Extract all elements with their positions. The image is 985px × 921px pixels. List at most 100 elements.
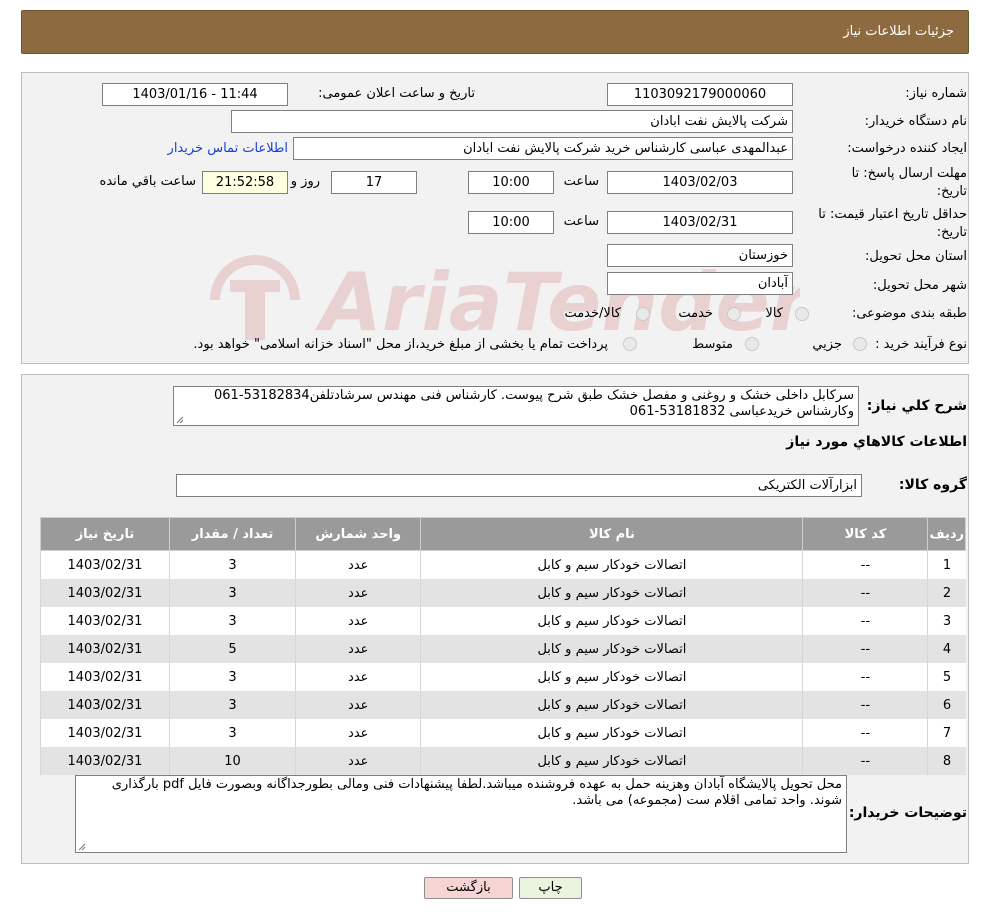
cell-unit: عدد	[295, 663, 421, 691]
cell-unit: عدد	[295, 550, 421, 579]
category-radio-goods[interactable]	[795, 307, 809, 321]
cell-unit: عدد	[295, 691, 421, 719]
category-label: طبقه بندی موضوعی:	[851, 306, 967, 321]
cell-item-name: اتصالات خودکار سیم و کابل	[420, 747, 803, 775]
header-item-code: کد کالا	[802, 517, 929, 551]
cell-need-date: 1403/02/31	[40, 550, 170, 579]
group-label: گروه کالا:	[898, 477, 967, 493]
category-radio-service[interactable]	[727, 307, 741, 321]
validity-time-field: 10:00	[468, 211, 554, 234]
items-table: رديف کد کالا نام کالا واحد شمارش تعداد /…	[40, 517, 966, 775]
cell-item-name: اتصالات خودکار سیم و کابل	[420, 579, 803, 607]
cell-row-number: 8	[927, 747, 966, 775]
need-number-field: 1103092179000060	[607, 83, 793, 106]
province-field: خوزستان	[607, 244, 793, 267]
cell-item-code: --	[802, 635, 928, 663]
table-row: 6 -- اتصالات خودکار سیم و کابل عدد 3 140…	[40, 691, 966, 719]
buyer-org-field: شرکت پالایش نفت ابادان	[231, 110, 793, 133]
print-button[interactable]: چاپ	[519, 877, 582, 899]
city-field: آبادان	[607, 272, 793, 295]
table-row: 5 -- اتصالات خودکار سیم و کابل عدد 3 140…	[40, 663, 966, 691]
category-option-both: کالا/خدمت	[564, 306, 621, 321]
cell-unit: عدد	[295, 719, 421, 747]
cell-unit: عدد	[295, 579, 421, 607]
table-row: 3 -- اتصالات خودکار سیم و کابل عدد 3 140…	[40, 607, 966, 635]
cell-row-number: 4	[927, 635, 966, 663]
table-row: 4 -- اتصالات خودکار سیم و کابل عدد 5 140…	[40, 635, 966, 663]
cell-item-code: --	[802, 747, 928, 775]
header-quantity: تعداد / مقدار	[168, 517, 297, 551]
cell-quantity: 3	[168, 550, 296, 579]
table-row: 8 -- اتصالات خودکار سیم و کابل عدد 10 14…	[40, 747, 966, 775]
cell-need-date: 1403/02/31	[40, 607, 170, 635]
cell-row-number: 5	[927, 663, 966, 691]
cell-item-name: اتصالات خودکار سیم و کابل	[420, 719, 803, 747]
cell-unit: عدد	[295, 607, 421, 635]
summary-textarea[interactable]: سرکابل داخلی خشک و روغنی و مفصل خشک طبق …	[173, 386, 859, 426]
process-radio-medium[interactable]	[745, 337, 759, 351]
cell-need-date: 1403/02/31	[40, 579, 170, 607]
city-label: شهر محل تحویل:	[872, 278, 967, 293]
province-label: استان محل تحویل:	[865, 249, 967, 264]
cell-item-code: --	[802, 719, 928, 747]
deadline-time-label: ساعت	[563, 174, 599, 189]
remaining-label: ساعت باقي مانده	[99, 174, 196, 189]
process-option-medium: متوسط	[692, 337, 733, 352]
summary-text: سرکابل داخلی خشک و روغنی و مفصل خشک طبق …	[213, 388, 854, 419]
buyer-notes-text: محل تحویل پالایشگاه آبادان وهزینه حمل به…	[111, 777, 842, 808]
cell-row-number: 3	[927, 607, 966, 635]
cell-need-date: 1403/02/31	[40, 663, 170, 691]
cell-item-code: --	[802, 663, 928, 691]
resize-grip-icon[interactable]	[78, 843, 86, 851]
cell-item-name: اتصالات خودکار سیم و کابل	[420, 635, 803, 663]
resize-grip-icon[interactable]	[176, 416, 184, 424]
need-number-label: شماره نیاز:	[905, 86, 967, 101]
process-radio-treasury[interactable]	[623, 337, 637, 351]
validity-label-date: تاریخ:	[936, 225, 967, 240]
summary-label: شرح کلي نياز:	[866, 398, 967, 414]
cell-row-number: 7	[927, 719, 966, 747]
watermark-text: AriaTender.neT	[314, 256, 800, 349]
cell-row-number: 6	[927, 691, 966, 719]
page-title: جزئیات اطلاعات نیاز	[843, 24, 954, 39]
back-button[interactable]: بازگشت	[424, 877, 513, 899]
validity-label: حداقل تاریخ اعتبار قیمت: تا	[818, 207, 967, 222]
contact-buyer-link[interactable]: اطلاعات تماس خریدار	[168, 141, 288, 156]
cell-need-date: 1403/02/31	[40, 635, 170, 663]
validity-time-label: ساعت	[563, 214, 599, 229]
buyer-notes-textarea[interactable]: محل تحویل پالایشگاه آبادان وهزینه حمل به…	[75, 775, 847, 853]
cell-quantity: 3	[168, 607, 296, 635]
requester-label: ایجاد کننده درخواست:	[847, 141, 967, 156]
cell-quantity: 5	[168, 635, 296, 663]
deadline-label-date: تاریخ:	[936, 184, 967, 199]
category-radio-both[interactable]	[636, 307, 650, 321]
process-option-minor: جزیي	[812, 337, 842, 352]
deadline-date-field: 1403/02/03	[607, 171, 793, 194]
cell-item-code: --	[802, 579, 928, 607]
cell-quantity: 3	[168, 579, 296, 607]
deadline-label: مهلت ارسال پاسخ: تا	[851, 166, 967, 181]
announce-field: 1403/01/16 - 11:44	[102, 83, 288, 106]
cell-item-code: --	[802, 607, 928, 635]
items-title: اطلاعات کالاهاي مورد نياز	[786, 434, 967, 450]
cell-item-name: اتصالات خودکار سیم و کابل	[420, 663, 803, 691]
header-item-name: نام کالا	[420, 517, 804, 551]
cell-quantity: 3	[168, 719, 296, 747]
buyer-notes-label: توضیحات خریدار:	[848, 805, 967, 821]
cell-need-date: 1403/02/31	[40, 747, 170, 775]
cell-need-date: 1403/02/31	[40, 719, 170, 747]
cell-quantity: 10	[168, 747, 296, 775]
buyer-org-label: نام دستگاه خریدار:	[864, 114, 967, 129]
table-row: 2 -- اتصالات خودکار سیم و کابل عدد 3 140…	[40, 579, 966, 607]
announce-label: تاریخ و ساعت اعلان عمومی:	[318, 86, 475, 101]
header-unit: واحد شمارش	[295, 517, 422, 551]
page-header: جزئیات اطلاعات نیاز	[21, 10, 969, 54]
process-radio-minor[interactable]	[853, 337, 867, 351]
requester-field: عبدالمهدی عباسی کارشناس خرید شرکت پالایش…	[293, 137, 793, 160]
cell-quantity: 3	[168, 663, 296, 691]
process-note: پرداخت تمام یا بخشی از مبلغ خرید،از محل …	[193, 337, 608, 352]
cell-item-code: --	[802, 550, 928, 579]
table-row: 1 -- اتصالات خودکار سیم و کابل عدد 3 140…	[40, 550, 966, 579]
table-header-row: رديف کد کالا نام کالا واحد شمارش تعداد /…	[40, 517, 966, 551]
cell-quantity: 3	[168, 691, 296, 719]
